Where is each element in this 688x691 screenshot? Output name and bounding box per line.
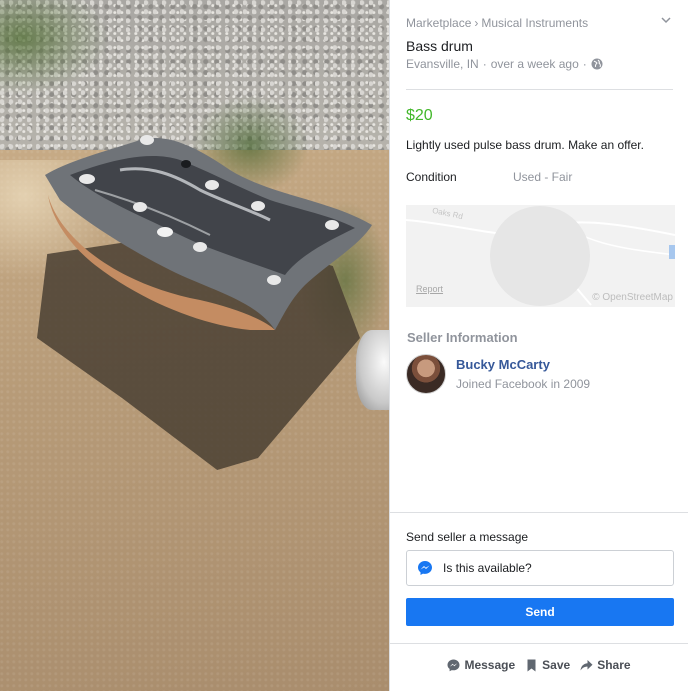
location-map[interactable]: Oaks Rd Report © OpenStreetMap bbox=[406, 205, 675, 307]
seller-joined-date: Joined Facebook in 2009 bbox=[456, 377, 591, 391]
listing-photo[interactable] bbox=[0, 0, 389, 691]
map-location-radius bbox=[490, 206, 590, 306]
photo-pole bbox=[356, 330, 389, 410]
condition-label: Condition bbox=[406, 170, 457, 184]
share-button[interactable]: Share bbox=[580, 658, 631, 672]
message-heading: Send seller a message bbox=[406, 530, 529, 544]
divider bbox=[406, 89, 673, 90]
avatar[interactable] bbox=[406, 354, 446, 394]
breadcrumb: Marketplace › Musical Instruments bbox=[406, 16, 588, 30]
condition-value: Used - Fair bbox=[513, 170, 573, 184]
message-label: Message bbox=[464, 658, 516, 672]
save-label: Save bbox=[542, 658, 571, 672]
bookmark-icon bbox=[527, 659, 536, 671]
save-button[interactable]: Save bbox=[525, 658, 570, 672]
messenger-icon bbox=[418, 561, 432, 575]
breadcrumb-marketplace[interactable]: Marketplace bbox=[406, 16, 471, 30]
map-report-link[interactable]: Report bbox=[416, 284, 443, 294]
listing-meta: Evansville, IN · over a week ago · bbox=[406, 57, 603, 71]
meta-dot: · bbox=[482, 57, 487, 71]
message-input[interactable] bbox=[443, 561, 653, 575]
action-bar: Message Save Share bbox=[390, 658, 688, 672]
listing-details-panel: Marketplace › Musical Instruments Bass dru… bbox=[389, 0, 688, 691]
send-button[interactable]: Send bbox=[406, 598, 674, 626]
listing-description: Lightly used pulse bass drum. Make an of… bbox=[406, 138, 644, 152]
share-icon bbox=[580, 659, 593, 670]
globe-icon bbox=[591, 58, 603, 70]
chevron-down-icon[interactable] bbox=[660, 14, 672, 26]
divider bbox=[390, 512, 688, 513]
listing-title: Bass drum bbox=[406, 38, 473, 54]
map-water bbox=[669, 245, 675, 259]
bass-drum-image bbox=[45, 135, 372, 330]
seller-name-link[interactable]: Bucky McCarty bbox=[456, 357, 550, 372]
divider bbox=[390, 643, 688, 644]
message-field-wrapper[interactable] bbox=[406, 550, 674, 586]
breadcrumb-separator: › bbox=[474, 16, 479, 30]
listing-location[interactable]: Evansville, IN bbox=[406, 57, 479, 71]
listing-price: $20 bbox=[406, 107, 433, 124]
breadcrumb-category[interactable]: Musical Instruments bbox=[481, 16, 588, 30]
map-attribution[interactable]: © OpenStreetMap bbox=[592, 292, 673, 303]
seller-info-heading: Seller Information bbox=[407, 330, 518, 345]
message-button[interactable]: Message bbox=[447, 658, 515, 672]
listing-posted-time: over a week ago bbox=[490, 57, 579, 71]
message-icon bbox=[447, 659, 460, 671]
meta-dot: · bbox=[582, 57, 587, 71]
share-label: Share bbox=[597, 658, 631, 672]
